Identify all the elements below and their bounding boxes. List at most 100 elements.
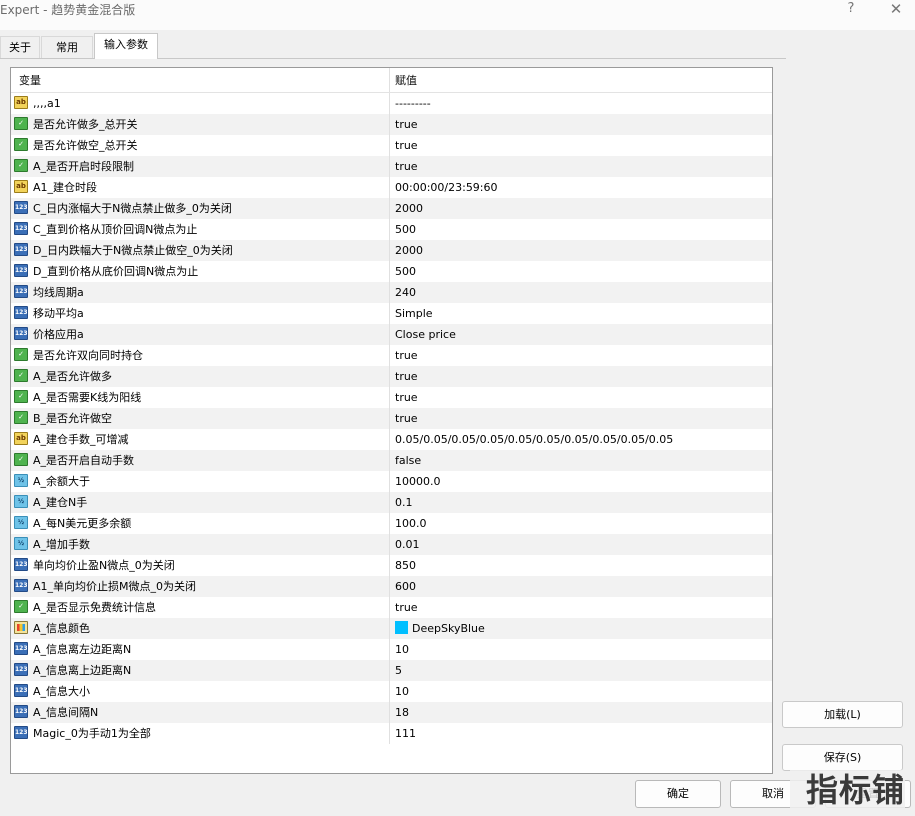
param-name: A_信息间隔N <box>33 706 99 719</box>
table-row[interactable]: 123 C_直到价格从顶价回调N微点为止 500 <box>11 219 772 240</box>
param-name: A_每N美元更多余额 <box>33 517 132 530</box>
param-value[interactable]: 240 <box>395 282 416 303</box>
param-value[interactable]: 0.1 <box>395 492 413 513</box>
param-value[interactable]: true <box>395 135 418 156</box>
table-row[interactable]: ✓ A_是否显示免费统计信息 true <box>11 597 772 618</box>
param-value[interactable]: 600 <box>395 576 416 597</box>
table-row[interactable]: 123 移动平均a Simple <box>11 303 772 324</box>
table-row[interactable]: 123 A_信息大小 10 <box>11 681 772 702</box>
parameters-grid[interactable]: 变量 赋值 ab ,,,,a1 --------- ✓ 是否允许做多_总开关 true ✓ 是… <box>10 67 773 774</box>
header-variable[interactable]: 变量 <box>19 68 41 92</box>
param-value[interactable]: true <box>395 408 418 429</box>
help-button[interactable]: ? <box>845 0 857 18</box>
table-row[interactable]: 123 C_日内涨幅大于N微点禁止做多_0为关闭 2000 <box>11 198 772 219</box>
column-separator <box>389 723 390 744</box>
param-value[interactable]: true <box>395 387 418 408</box>
tab-strip: 关于 常用 输入参数 <box>0 33 915 59</box>
param-value[interactable]: false <box>395 450 421 471</box>
title-bar: Expert - 趋势黄金混合版 ? ✕ <box>0 0 915 30</box>
param-name: A1_单向均价止损M微点_0为关闭 <box>33 580 197 593</box>
load-button[interactable]: 加载(L) <box>782 701 903 728</box>
param-value[interactable]: 10 <box>395 681 409 702</box>
param-name: Magic_0为手动1为全部 <box>33 727 151 740</box>
bool-icon: ✓ <box>14 600 28 613</box>
param-value[interactable]: 00:00:00/23:59:60 <box>395 177 498 198</box>
table-row[interactable]: A_信息颜色 DeepSkyBlue <box>11 618 772 639</box>
save-button[interactable]: 保存(S) <box>782 744 903 771</box>
param-value[interactable]: true <box>395 366 418 387</box>
table-row[interactable]: ½ A_余额大于 10000.0 <box>11 471 772 492</box>
table-row[interactable]: ½ A_每N美元更多余额 100.0 <box>11 513 772 534</box>
table-row[interactable]: ✓ A_是否需要K线为阳线 true <box>11 387 772 408</box>
table-row[interactable]: 123 A_信息离上边距离N 5 <box>11 660 772 681</box>
int-icon: 123 <box>14 558 28 571</box>
bool-icon: ✓ <box>14 117 28 130</box>
column-separator <box>389 534 390 555</box>
int-icon: 123 <box>14 201 28 214</box>
param-name: A_增加手数 <box>33 538 91 551</box>
param-value[interactable]: 5 <box>395 660 402 681</box>
param-value[interactable]: 2000 <box>395 198 423 219</box>
table-row[interactable]: 123 A1_单向均价止损M微点_0为关闭 600 <box>11 576 772 597</box>
table-row[interactable]: ✓ B_是否允许做空 true <box>11 408 772 429</box>
param-name: C_直到价格从顶价回调N微点为止 <box>33 223 198 236</box>
param-name: A_是否开启自动手数 <box>33 454 135 467</box>
table-row[interactable]: ✓ A_是否允许做多 true <box>11 366 772 387</box>
table-row[interactable]: ab A1_建仓时段 00:00:00/23:59:60 <box>11 177 772 198</box>
param-value[interactable]: --------- <box>395 93 431 114</box>
param-name: 单向均价止盈N微点_0为关闭 <box>33 559 175 572</box>
table-row[interactable]: ✓ 是否允许做空_总开关 true <box>11 135 772 156</box>
int-icon: 123 <box>14 726 28 739</box>
column-separator <box>389 198 390 219</box>
tab-inputs[interactable]: 输入参数 <box>94 33 158 59</box>
header-value[interactable]: 赋值 <box>395 68 417 92</box>
table-row[interactable]: ½ A_建仓N手 0.1 <box>11 492 772 513</box>
param-value[interactable]: true <box>395 114 418 135</box>
param-value[interactable]: 2000 <box>395 240 423 261</box>
param-value[interactable]: DeepSkyBlue <box>395 618 485 639</box>
tab-common[interactable]: 常用 <box>41 36 93 58</box>
param-value[interactable]: 100.0 <box>395 513 427 534</box>
header-separator <box>389 68 390 92</box>
param-value[interactable]: Simple <box>395 303 433 324</box>
param-value[interactable]: 18 <box>395 702 409 723</box>
table-row[interactable]: 123 Magic_0为手动1为全部 111 <box>11 723 772 744</box>
table-row[interactable]: 123 D_直到价格从底价回调N微点为止 500 <box>11 261 772 282</box>
table-row[interactable]: 123 A_信息间隔N 18 <box>11 702 772 723</box>
table-row[interactable]: 123 均线周期a 240 <box>11 282 772 303</box>
table-row[interactable]: 123 D_日内跌幅大于N微点禁止做空_0为关闭 2000 <box>11 240 772 261</box>
param-value[interactable]: true <box>395 597 418 618</box>
param-value[interactable]: 10000.0 <box>395 471 441 492</box>
param-value[interactable]: true <box>395 345 418 366</box>
param-value[interactable]: 850 <box>395 555 416 576</box>
param-value[interactable]: 0.05/0.05/0.05/0.05/0.05/0.05/0.05/0.05/… <box>395 429 673 450</box>
column-separator <box>389 555 390 576</box>
param-value[interactable]: 500 <box>395 219 416 240</box>
table-row[interactable]: ab ,,,,a1 --------- <box>11 93 772 114</box>
double-icon: ½ <box>14 495 28 508</box>
table-row[interactable]: ½ A_增加手数 0.01 <box>11 534 772 555</box>
param-value[interactable]: Close price <box>395 324 456 345</box>
param-value[interactable]: true <box>395 156 418 177</box>
param-value[interactable]: 500 <box>395 261 416 282</box>
column-separator <box>389 681 390 702</box>
close-button[interactable]: ✕ <box>888 0 904 18</box>
table-row[interactable]: ✓ 是否允许双向同时持仓 true <box>11 345 772 366</box>
param-value[interactable]: 111 <box>395 723 416 744</box>
table-row[interactable]: ✓ A_是否开启自动手数 false <box>11 450 772 471</box>
column-separator <box>389 156 390 177</box>
table-row[interactable]: 123 A_信息离左边距离N 10 <box>11 639 772 660</box>
table-row[interactable]: ab A_建仓手数_可增减 0.05/0.05/0.05/0.05/0.05/0.0… <box>11 429 772 450</box>
column-separator <box>389 450 390 471</box>
param-name: A_信息大小 <box>33 685 91 698</box>
table-row[interactable]: 123 单向均价止盈N微点_0为关闭 850 <box>11 555 772 576</box>
table-row[interactable]: ✓ 是否允许做多_总开关 true <box>11 114 772 135</box>
double-icon: ½ <box>14 537 28 550</box>
bool-icon: ✓ <box>14 411 28 424</box>
table-row[interactable]: 123 价格应用a Close price <box>11 324 772 345</box>
param-value[interactable]: 10 <box>395 639 409 660</box>
table-row[interactable]: ✓ A_是否开启时段限制 true <box>11 156 772 177</box>
param-value[interactable]: 0.01 <box>395 534 420 555</box>
tab-about[interactable]: 关于 <box>0 36 40 58</box>
ok-button[interactable]: 确定 <box>635 780 721 808</box>
